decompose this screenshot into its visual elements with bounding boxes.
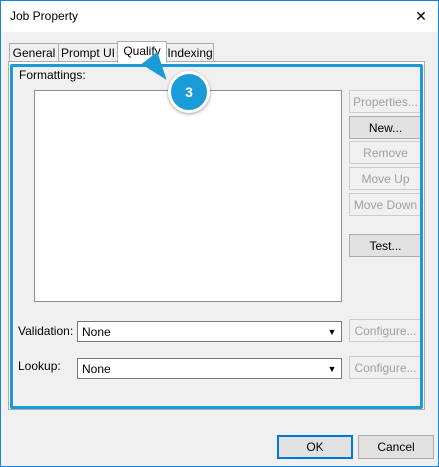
lookup-configure-button[interactable]: Configure... <box>349 356 422 379</box>
move-up-button[interactable]: Move Up <box>349 167 422 190</box>
formattings-list[interactable] <box>34 90 342 302</box>
remove-button[interactable]: Remove <box>349 141 422 164</box>
validation-select[interactable]: None ▼ <box>77 321 342 342</box>
properties-button[interactable]: Properties... <box>349 90 422 113</box>
move-down-button[interactable]: Move Down <box>349 193 422 216</box>
job-property-dialog: Job Property ✕ General Prompt UI Qualify… <box>0 0 439 467</box>
new-button[interactable]: New... <box>349 116 422 139</box>
annotation-step-badge: 3 <box>168 71 210 113</box>
tab-indexing[interactable]: Indexing <box>166 43 214 61</box>
tab-general[interactable]: General <box>9 43 59 61</box>
formattings-label: Formattings: <box>19 68 86 82</box>
ok-button[interactable]: OK <box>277 435 353 459</box>
window-title: Job Property <box>10 9 79 23</box>
validation-select-value: None <box>82 325 111 339</box>
test-button[interactable]: Test... <box>349 234 422 257</box>
close-icon[interactable]: ✕ <box>404 1 438 32</box>
validation-configure-button[interactable]: Configure... <box>349 319 422 342</box>
lookup-select-value: None <box>82 362 111 376</box>
validation-label: Validation: <box>18 324 74 338</box>
title-bar: Job Property ✕ <box>1 1 438 32</box>
chevron-down-icon[interactable]: ▼ <box>324 360 340 377</box>
chevron-down-icon[interactable]: ▼ <box>324 323 340 340</box>
cancel-button[interactable]: Cancel <box>358 435 434 459</box>
tab-prompt-ui[interactable]: Prompt UI <box>58 43 118 61</box>
lookup-label: Lookup: <box>18 359 61 373</box>
lookup-select[interactable]: None ▼ <box>77 358 342 379</box>
